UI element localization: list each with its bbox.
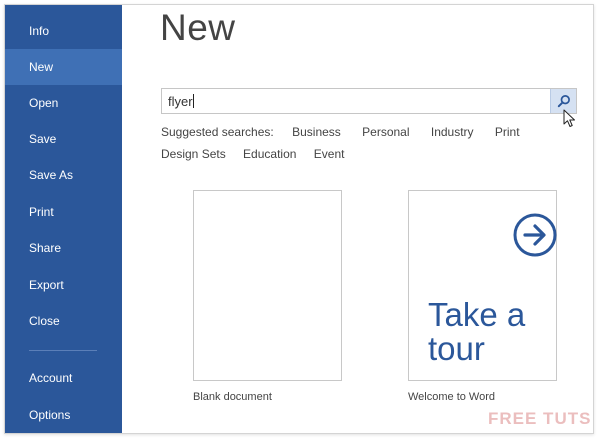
page-title: New (160, 7, 236, 48)
suggested-search-link[interactable]: Personal (362, 125, 409, 139)
sidebar-item-save[interactable]: Save (5, 121, 122, 157)
blank-document-label: Blank document (193, 391, 272, 403)
sidebar-item-info[interactable]: Info (5, 13, 122, 49)
suggested-searches-label: Suggested searches: (161, 125, 274, 139)
suggested-search-link[interactable]: Industry (431, 125, 474, 139)
sidebar-item-new[interactable]: New (5, 49, 122, 85)
blank-document-thumbnail[interactable] (193, 190, 342, 381)
take-a-tour-text: Take a tour (428, 298, 525, 366)
sidebar-item-open[interactable]: Open (5, 85, 122, 121)
mouse-pointer-icon (563, 109, 575, 127)
sidebar-item-print[interactable]: Print (5, 194, 122, 230)
suggested-search-link[interactable]: Event (314, 147, 345, 161)
watermark: FREE TUTS (488, 409, 592, 428)
sidebar-item-export[interactable]: Export (5, 267, 122, 303)
sidebar-item-options[interactable]: Options (5, 397, 122, 433)
tour-text-line: tour (428, 330, 485, 367)
welcome-to-word-thumbnail[interactable]: Take a tour (408, 190, 557, 381)
suggested-search-link[interactable]: Education (243, 147, 296, 161)
sidebar-item-account[interactable]: Account (5, 360, 122, 396)
welcome-to-word-label: Welcome to Word (408, 391, 496, 403)
backstage-window: Info New Open Save Save As Print Share E… (4, 4, 594, 434)
text-caret (193, 94, 194, 108)
arrow-right-circle-icon (513, 213, 557, 257)
backstage-main: New Suggested searches: Business Persona… (122, 5, 593, 433)
suggested-search-link[interactable]: Business (292, 125, 341, 139)
sidebar-item-share[interactable]: Share (5, 230, 122, 266)
sidebar-item-save-as[interactable]: Save As (5, 157, 122, 193)
suggested-searches-row-2: Design Sets Education Event (161, 147, 358, 161)
sidebar-item-close[interactable]: Close (5, 303, 122, 339)
template-search-box (161, 88, 577, 114)
suggested-search-link[interactable]: Print (495, 125, 520, 139)
sidebar-divider (29, 350, 97, 351)
backstage-sidebar: Info New Open Save Save As Print Share E… (5, 5, 122, 433)
suggested-searches: Suggested searches: Business Personal In… (161, 125, 538, 139)
suggested-search-link[interactable]: Design Sets (161, 147, 226, 161)
template-search-input[interactable] (162, 89, 550, 113)
tour-text-line: Take a (428, 296, 526, 333)
search-icon (557, 95, 570, 108)
